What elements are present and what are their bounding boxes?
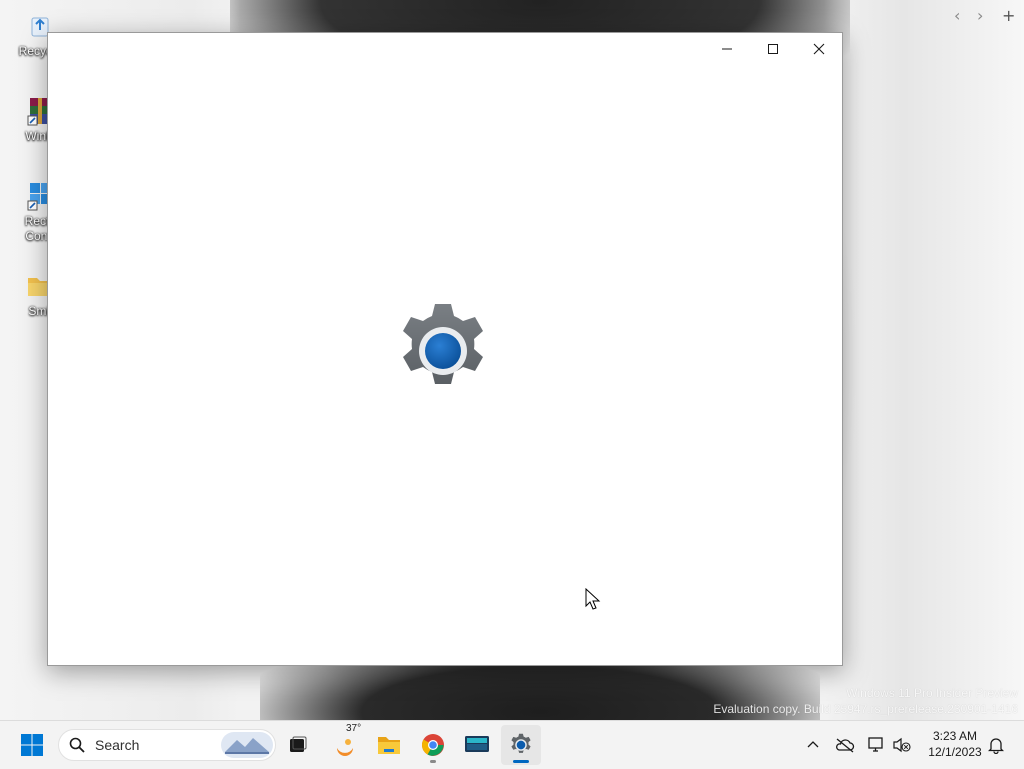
file-explorer-icon <box>378 737 400 754</box>
search-highlight-scene-icon <box>221 732 273 758</box>
settings-gear-icon <box>403 304 483 384</box>
remote-desktop-icon <box>465 736 489 752</box>
clock-time: 3:23 AM <box>932 729 978 743</box>
notifications-button[interactable] <box>986 735 1006 755</box>
settings-icon <box>511 733 531 753</box>
back-arrow-icon[interactable]: ‹ <box>954 6 960 25</box>
search-icon <box>69 737 85 753</box>
settings-window[interactable] <box>47 32 843 666</box>
onedrive-offline-icon <box>836 738 855 753</box>
search-placeholder: Search <box>95 737 140 753</box>
show-hidden-icons-button[interactable] <box>803 735 823 755</box>
taskbar: Search 37° 3:23 AM 12/1/2023 <box>0 720 1024 769</box>
forward-arrow-icon[interactable]: › <box>977 6 983 25</box>
weather-temperature: 37° <box>346 723 362 734</box>
maximize-button[interactable] <box>750 33 796 65</box>
bell-icon <box>988 738 1004 754</box>
onedrive-tray-button[interactable] <box>835 735 855 755</box>
watermark-line2: Evaluation copy. Build 25947.rs_prerelea… <box>713 702 1018 716</box>
settings-taskbar-button[interactable] <box>501 725 541 765</box>
network-tray-button[interactable] <box>867 735 887 755</box>
chrome-button[interactable] <box>413 725 453 765</box>
close-icon <box>813 43 825 55</box>
start-button[interactable] <box>12 725 52 765</box>
task-view-icon <box>290 736 307 752</box>
task-view-button[interactable] <box>278 725 318 765</box>
chrome-icon <box>422 734 444 756</box>
volume-tray-button[interactable] <box>892 735 912 755</box>
maximize-icon <box>768 44 778 54</box>
network-disconnected-icon <box>868 737 883 752</box>
add-tab-icon[interactable]: + <box>1002 6 1015 25</box>
taskbar-clock[interactable]: 3:23 AM 12/1/2023 <box>920 728 990 760</box>
volume-muted-icon <box>893 737 911 753</box>
running-indicator <box>430 760 436 763</box>
wallpaper-light-right <box>824 0 1024 720</box>
minimize-button[interactable] <box>704 33 750 65</box>
remote-desktop-button[interactable] <box>457 725 497 765</box>
minimize-icon <box>722 48 732 50</box>
file-explorer-button[interactable] <box>369 725 409 765</box>
mouse-pointer-icon <box>585 588 601 610</box>
windows-logo-icon <box>21 734 43 756</box>
active-indicator <box>513 760 529 763</box>
watermark-line1: Windows 11 Pro Insider Preview <box>846 686 1018 700</box>
weather-icon <box>337 739 353 756</box>
close-button[interactable] <box>796 33 842 65</box>
taskbar-search-box[interactable]: Search <box>58 729 276 761</box>
chevron-up-icon <box>807 741 819 748</box>
clock-date: 12/1/2023 <box>928 745 982 759</box>
